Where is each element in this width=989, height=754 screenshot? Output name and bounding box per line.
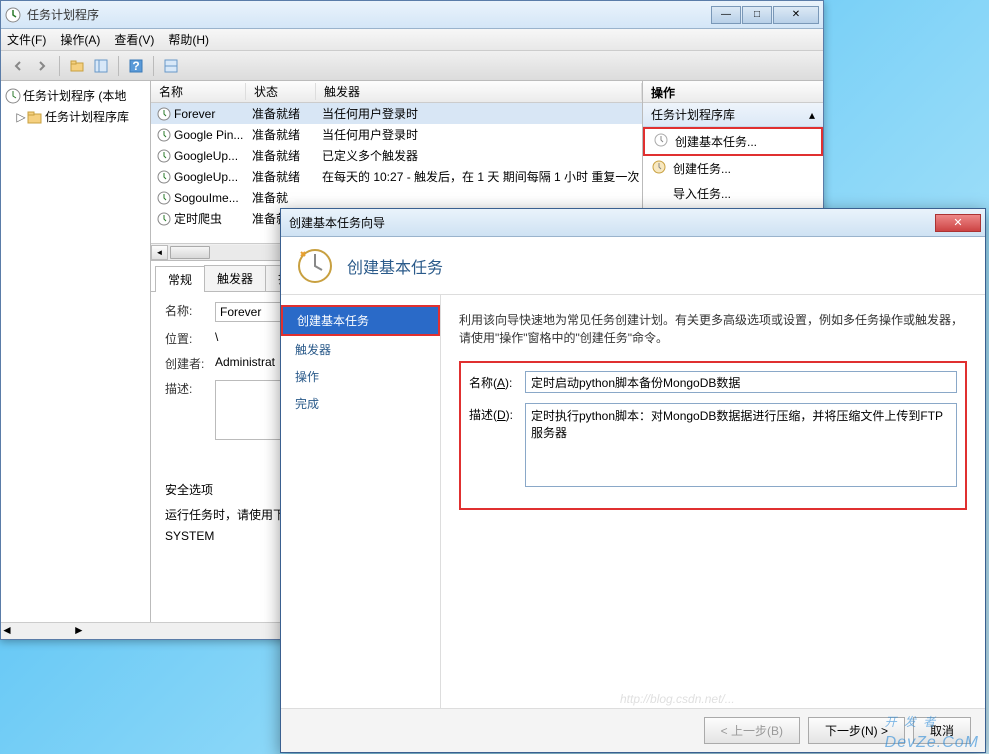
detail-location-label: 位置: <box>165 330 215 347</box>
wizard-nav-trigger[interactable]: 触发器 <box>281 336 440 363</box>
detail-name-label: 名称: <box>165 302 215 319</box>
clock-icon <box>157 191 171 205</box>
menu-view[interactable]: 查看(V) <box>114 31 154 48</box>
collapse-icon: ▴ <box>809 108 815 122</box>
tree-library[interactable]: ▷ 任务计划程序库 <box>1 106 150 127</box>
wizard-icon <box>653 132 669 148</box>
clock-icon <box>157 170 171 184</box>
wizard-footer: < 上一步(B) 下一步(N) > 取消 <box>281 708 985 752</box>
wizard-titlebar[interactable]: 创建基本任务向导 ✕ <box>281 209 985 237</box>
tab-general[interactable]: 常规 <box>155 266 205 292</box>
minimize-button[interactable]: — <box>711 6 741 24</box>
wizard-name-label: 名称(A): <box>469 371 525 393</box>
app-icon <box>5 7 21 23</box>
task-row[interactable]: GoogleUp...准备就绪已定义多个触发器 <box>151 145 642 166</box>
titlebar[interactable]: 任务计划程序 — □ ✕ <box>1 1 823 29</box>
task-list-header: 名称 状态 触发器 <box>151 81 642 103</box>
col-trigger[interactable]: 触发器 <box>316 83 642 100</box>
clock-icon <box>157 128 171 142</box>
wizard-nav-basic[interactable]: 创建基本任务 <box>281 305 440 336</box>
wizard-desc-input[interactable] <box>525 403 957 487</box>
detail-author-label: 创建者: <box>165 355 215 372</box>
task-row[interactable]: Google Pin...准备就绪当任何用户登录时 <box>151 124 642 145</box>
menu-action[interactable]: 操作(A) <box>60 31 100 48</box>
toolbar: ? <box>1 51 823 81</box>
task-row[interactable]: GoogleUp...准备就绪在每天的 10:27 - 触发后，在 1 天 期间… <box>151 166 642 187</box>
wizard-back-button: < 上一步(B) <box>704 717 800 744</box>
svg-text:?: ? <box>132 59 139 73</box>
back-button[interactable] <box>7 55 29 77</box>
expand-icon[interactable]: ▷ <box>15 110 27 124</box>
action-create-basic-task[interactable]: 创建基本任务... <box>643 127 823 156</box>
wizard-desc-label: 描述(D): <box>469 403 525 490</box>
wizard-header-title: 创建基本任务 <box>347 254 443 278</box>
action-import-task[interactable]: 导入任务... <box>643 181 823 206</box>
col-status[interactable]: 状态 <box>246 83 316 100</box>
menu-file[interactable]: 文件(F) <box>7 31 46 48</box>
wizard-name-input[interactable] <box>525 371 957 393</box>
help-button[interactable]: ? <box>125 55 147 77</box>
wizard-nav-action[interactable]: 操作 <box>281 363 440 390</box>
clock-icon <box>651 159 667 175</box>
menubar: 文件(F) 操作(A) 查看(V) 帮助(H) <box>1 29 823 51</box>
tree-root[interactable]: 任务计划程序 (本地 <box>1 85 150 106</box>
clock-icon <box>157 107 171 121</box>
clock-icon <box>157 149 171 163</box>
action-create-task[interactable]: 创建任务... <box>643 156 823 181</box>
folder-icon <box>27 109 43 125</box>
actions-section[interactable]: 任务计划程序库 ▴ <box>643 103 823 127</box>
panel-button[interactable] <box>90 55 112 77</box>
actions-header: 操作 <box>643 81 823 103</box>
detail-panel-button[interactable] <box>160 55 182 77</box>
wizard-title: 创建基本任务向导 <box>285 214 935 231</box>
col-name[interactable]: 名称 <box>151 83 246 100</box>
task-row[interactable]: SogouIme...准备就 <box>151 187 642 208</box>
wizard-content: 利用该向导快速地为常见任务创建计划。有关更多高级选项或设置，例如多任务操作或触发… <box>441 295 985 708</box>
clock-icon <box>157 212 171 226</box>
window-title: 任务计划程序 <box>27 6 710 23</box>
wizard-header-icon <box>295 246 335 286</box>
forward-button[interactable] <box>31 55 53 77</box>
menu-help[interactable]: 帮助(H) <box>168 31 209 48</box>
clock-icon <box>5 88 21 104</box>
wizard-header: 创建基本任务 <box>281 237 985 295</box>
faded-url: http://blog.csdn.net/... <box>620 692 735 706</box>
wizard-close-button[interactable]: ✕ <box>935 214 981 232</box>
tab-triggers[interactable]: 触发器 <box>204 265 266 291</box>
wizard-description: 利用该向导快速地为常见任务创建计划。有关更多高级选项或设置，例如多任务操作或触发… <box>459 311 967 347</box>
wizard-nav: 创建基本任务 触发器 操作 完成 <box>281 295 441 708</box>
maximize-button[interactable]: □ <box>742 6 772 24</box>
detail-desc-label: 描述: <box>165 380 215 397</box>
wizard-nav-finish[interactable]: 完成 <box>281 390 440 417</box>
create-basic-task-wizard: 创建基本任务向导 ✕ 创建基本任务 创建基本任务 触发器 操作 完成 利用该向导… <box>280 208 986 753</box>
watermark: 开 发 者 DevZe.CoM <box>885 702 979 752</box>
folder-button[interactable] <box>66 55 88 77</box>
task-row[interactable]: Forever准备就绪当任何用户登录时 <box>151 103 642 124</box>
tree-panel: 任务计划程序 (本地 ▷ 任务计划程序库 <box>1 81 151 639</box>
close-button[interactable]: ✕ <box>773 6 819 24</box>
